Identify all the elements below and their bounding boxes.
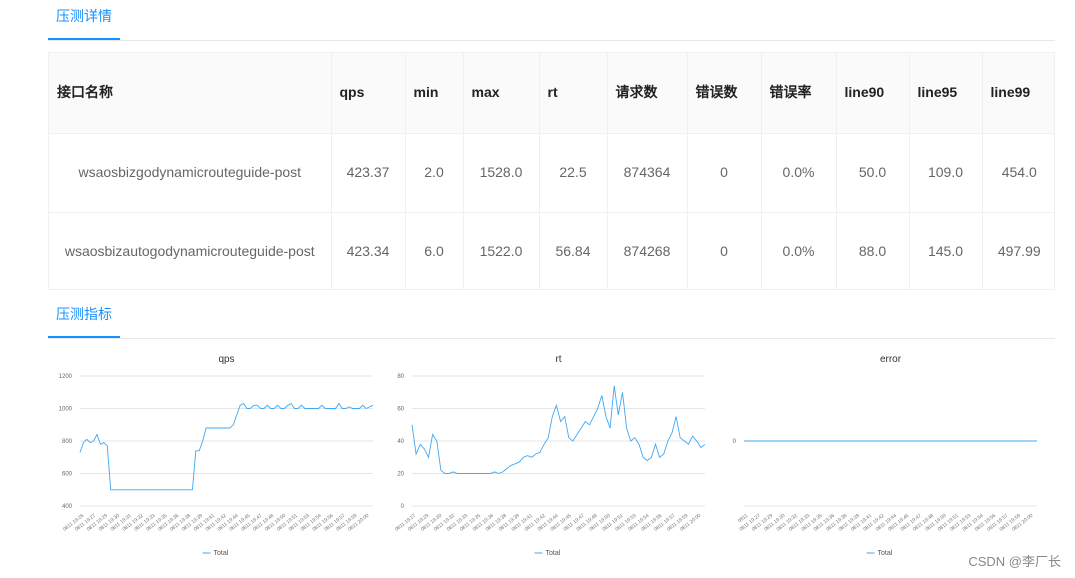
chart-svg: qps400600800100012000811 19:260811 19:27… [59,354,374,557]
chart-title: qps [218,354,234,365]
tab-load-test-detail[interactable]: 压测详情 [48,6,120,40]
column-header: 错误率 [761,53,837,134]
column-header: min [405,53,464,134]
y-tick-label: 800 [62,439,73,445]
y-tick-label: 20 [397,472,404,478]
table-cell: 0.0% [761,212,837,289]
series-line [411,385,706,474]
detail-table: 接口名称 qps min max rt 请求数 错误数 错误率 line90 l… [48,52,1055,290]
table-cell: 423.37 [331,133,406,213]
y-tick-label: 400 [62,504,73,510]
table-cell: 454.0 [982,133,1054,213]
table-cell: 56.84 [539,212,608,289]
column-header: line99 [982,53,1054,134]
error-chart: error 0 0811 0811 19:27 0811 19:29 0811 19:30… [712,340,1042,572]
table-cell: 145.0 [909,212,983,289]
table-row: wsaosbizautogodynamicrouteguide-post 423… [49,212,1054,289]
table-cell: 1528.0 [463,133,540,213]
column-header: rt [539,53,608,134]
chart-title: rt [555,354,561,365]
legend-label: Total [878,550,893,557]
detail-section-tabs: 压测详情 [48,6,1055,41]
chart-title: error [880,354,902,365]
table-cell: wsaosbizgodynamicrouteguide-post [49,133,332,213]
y-tick-label: 80 [397,374,404,380]
column-header: 接口名称 [49,53,332,134]
table-cell: wsaosbizautogodynamicrouteguide-post [49,212,332,289]
table-cell: 50.0 [836,133,910,213]
table-header-row: 接口名称 qps min max rt 请求数 错误数 错误率 line90 l… [49,53,1054,134]
metrics-section-tabs: 压测指标 [48,304,1055,339]
table-cell: 22.5 [539,133,608,213]
tab-load-test-metrics[interactable]: 压测指标 [48,304,120,338]
table-cell: 497.99 [982,212,1054,289]
y-tick-label: 40 [397,439,404,445]
table-cell: 0 [687,212,762,289]
column-header: qps [331,53,406,134]
watermark: CSDN @李厂长 [968,554,1061,569]
y-tick-label: 0 [401,504,405,510]
column-header: max [463,53,540,134]
table-cell: 874364 [607,133,688,213]
series-line [79,402,374,491]
column-header: 错误数 [687,53,762,134]
table-cell: 6.0 [405,212,464,289]
qps-chart: qps 400 600 800 1000 1200 0811 19:26 0811 19:27… [48,340,378,572]
table-cell: 0 [687,133,762,213]
rt-chart: rt 0 20 40 60 80 0811 19:27 0811 19:29 0811 19:3… [380,340,710,572]
y-tick-label: 60 [397,407,404,413]
column-header: line90 [836,53,910,134]
table-row: wsaosbizgodynamicrouteguide-post 423.37 … [49,133,1054,213]
table-cell: 874268 [607,212,688,289]
y-tick-label: 1200 [59,374,73,380]
table-cell: 0.0% [761,133,837,213]
legend-label: Total [214,550,229,557]
y-tick-label: 1000 [59,407,73,413]
table-cell: 423.34 [331,212,406,289]
table-cell: 109.0 [909,133,983,213]
column-header: 请求数 [607,53,688,134]
chart-svg: rt0204060800811 19:270811 19:290811 19:3… [394,354,706,557]
column-header: line95 [909,53,983,134]
legend-label: Total [546,550,561,557]
table-cell: 1522.0 [463,212,540,289]
y-tick-label: 600 [62,472,73,478]
y-tick-label: 0 [733,439,737,445]
chart-svg: error008110811 19:270811 19:290811 19:30… [733,354,1037,557]
table-cell: 88.0 [836,212,910,289]
table-cell: 2.0 [405,133,464,213]
